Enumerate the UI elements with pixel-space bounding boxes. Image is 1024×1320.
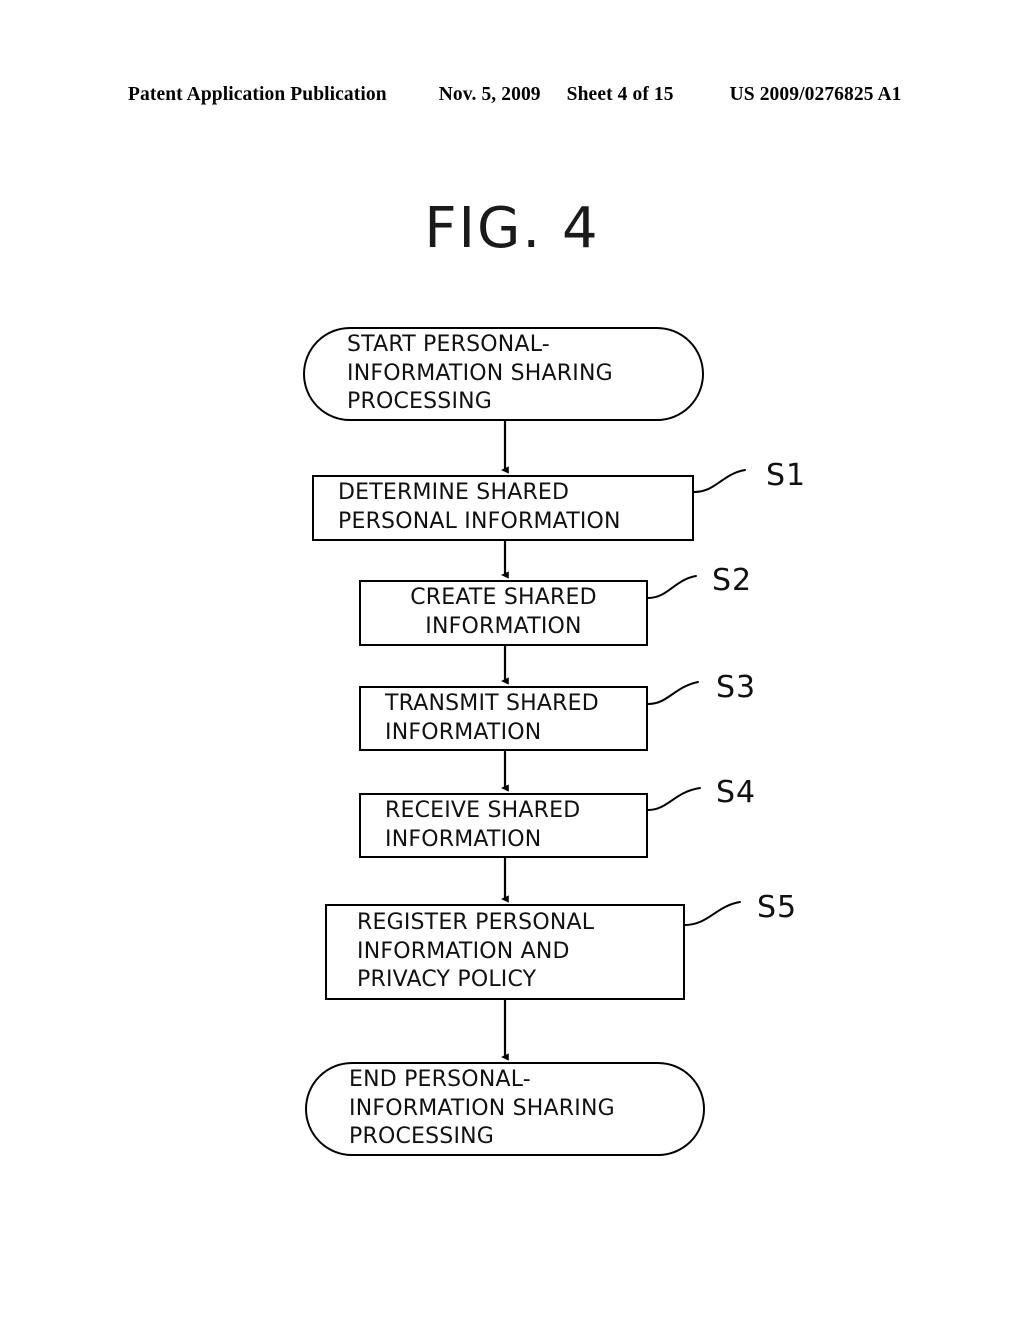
flow-node-s2: CREATE SHARED INFORMATION (359, 580, 648, 646)
flow-node-s1-text: DETERMINE SHARED PERSONAL INFORMATION (338, 480, 621, 534)
flow-node-s4-text: RECEIVE SHARED INFORMATION (385, 797, 581, 852)
leader-line-s3 (647, 681, 699, 705)
flow-node-start-text: START PERSONAL- INFORMATION SHARING PROC… (347, 332, 613, 415)
leader-line-s4 (647, 787, 701, 811)
step-reference-s4: S4 (716, 775, 757, 810)
leader-line-s5 (684, 901, 741, 926)
flow-node-end: END PERSONAL- INFORMATION SHARING PROCES… (305, 1062, 705, 1156)
flow-node-start: START PERSONAL- INFORMATION SHARING PROC… (303, 327, 704, 421)
step-reference-s2: S2 (712, 563, 753, 598)
flow-node-s5-text: REGISTER PERSONAL INFORMATION AND PRIVAC… (357, 910, 595, 993)
step-reference-s1: S1 (766, 458, 807, 493)
flow-node-s5: REGISTER PERSONAL INFORMATION AND PRIVAC… (325, 904, 685, 1000)
flow-node-s4: RECEIVE SHARED INFORMATION (359, 793, 648, 858)
flowchart-diagram: START PERSONAL- INFORMATION SHARING PROC… (0, 0, 1024, 1320)
flow-node-s1: DETERMINE SHARED PERSONAL INFORMATION (312, 475, 694, 541)
flow-node-s2-text: CREATE SHARED INFORMATION (410, 585, 597, 639)
step-reference-s3: S3 (716, 670, 757, 705)
leader-line-s2 (647, 575, 697, 599)
step-reference-s5: S5 (757, 890, 798, 925)
flow-node-end-text: END PERSONAL- INFORMATION SHARING PROCES… (349, 1067, 615, 1150)
leader-line-s1 (693, 469, 746, 493)
flow-node-s3-text: TRANSMIT SHARED INFORMATION (385, 690, 599, 745)
flow-node-s3: TRANSMIT SHARED INFORMATION (359, 686, 648, 751)
